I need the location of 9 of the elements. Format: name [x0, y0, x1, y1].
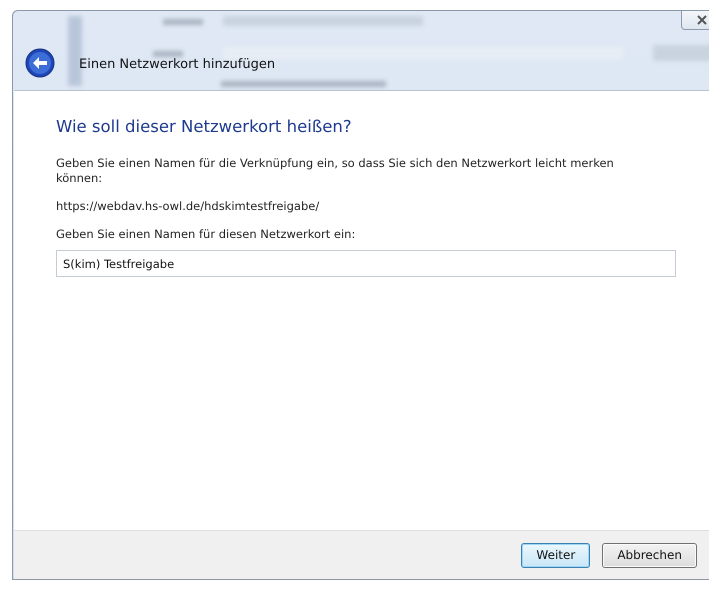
close-icon [696, 14, 708, 24]
dialog-button[interactable]: Weiter [521, 542, 590, 568]
description-text: Geben Sie einen Namen für die Verknüpfung ein, so dass Sie sich den Netzwerkort leicht merken können: [56, 156, 615, 186]
dialog-button[interactable]: Abbrechen [602, 542, 697, 568]
name-field-label: Geben Sie einen Namen für diesen Netzwerkort ein: [56, 227, 356, 242]
name-input-field[interactable]: S(kim) Testfreigabe [56, 250, 676, 277]
page-heading: Wie soll dieser Netzwerkort heißen? [56, 117, 353, 136]
window-title: Einen Netzwerkort hinzufügen [79, 57, 276, 72]
network-address: https://webdav.hs-owl.de/hdskimtestfreigabe/ [56, 199, 320, 214]
